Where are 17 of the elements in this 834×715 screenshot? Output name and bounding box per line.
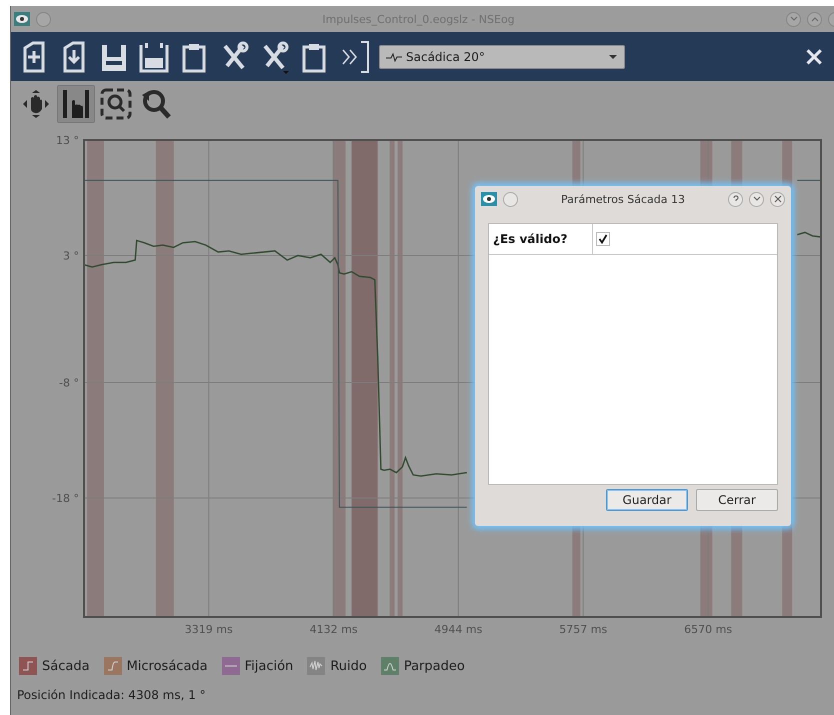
y-axis-label: -18 ° bbox=[52, 492, 79, 506]
dialog-title: Parámetros Sácada 13 bbox=[560, 192, 686, 206]
legend-label: Parpadeo bbox=[404, 658, 465, 674]
x-axis-label: 6570 ms bbox=[684, 623, 732, 636]
table-cell: ¿Es válido? bbox=[489, 224, 593, 254]
legend-label: Microsácada bbox=[126, 658, 208, 674]
y-axis-label: 13 ° bbox=[56, 134, 79, 147]
legend-label: Ruido bbox=[330, 658, 367, 674]
y-axis-label: 3 ° bbox=[63, 250, 79, 262]
x-axis-label: 5757 ms bbox=[559, 623, 608, 636]
y-axis-label: -8 ° bbox=[59, 376, 79, 390]
x-axis-label: 4944 ms bbox=[434, 623, 482, 636]
legend-label: Fijación bbox=[244, 658, 294, 674]
status-text: Posición Indicada: 4308 ms, 1 ° bbox=[16, 687, 207, 702]
x-axis-label: 4132 ms bbox=[310, 623, 358, 636]
legend-label: Sácada bbox=[42, 658, 90, 674]
x-axis-label: 3319 ms bbox=[184, 623, 233, 636]
